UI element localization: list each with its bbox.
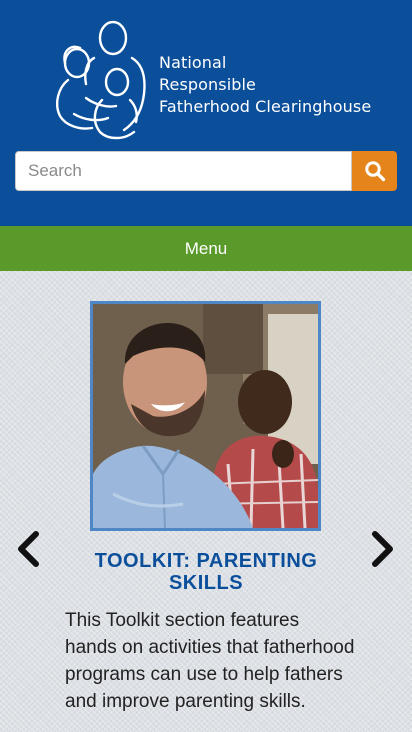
chevron-left-icon bbox=[18, 531, 39, 567]
slide-description: This Toolkit section features hands on a… bbox=[65, 610, 355, 712]
search-icon bbox=[364, 161, 385, 182]
logo-line-1: National bbox=[159, 53, 227, 72]
slide-title-line-2: SKILLS bbox=[168, 572, 244, 594]
logo-line-2: Responsible bbox=[159, 75, 256, 94]
logo-line-3: Fatherhood Clearinghouse bbox=[159, 97, 372, 116]
chevron-right-icon bbox=[372, 531, 393, 567]
family-icon bbox=[56, 20, 146, 140]
slide-image[interactable] bbox=[90, 301, 321, 531]
site-header: National Responsible Fatherhood Clearing… bbox=[0, 0, 412, 226]
logo-wordmark: National Responsible Fatherhood Clearing… bbox=[159, 52, 371, 118]
site-logo[interactable]: National Responsible Fatherhood Clearing… bbox=[50, 18, 371, 142]
slider-section: TOOLKIT: PARENTING SKILLS This Toolkit s… bbox=[0, 271, 412, 732]
menu-toggle[interactable]: Menu bbox=[0, 226, 412, 271]
search-input[interactable] bbox=[15, 151, 352, 191]
slide-title-line-1: TOOLKIT: PARENTING bbox=[94, 550, 318, 572]
search-button[interactable] bbox=[352, 151, 397, 191]
slider-prev-button[interactable] bbox=[13, 529, 43, 569]
slider-next-button[interactable] bbox=[368, 529, 398, 569]
search-form bbox=[15, 151, 397, 191]
slide-title[interactable]: TOOLKIT: PARENTING SKILLS bbox=[60, 550, 352, 594]
